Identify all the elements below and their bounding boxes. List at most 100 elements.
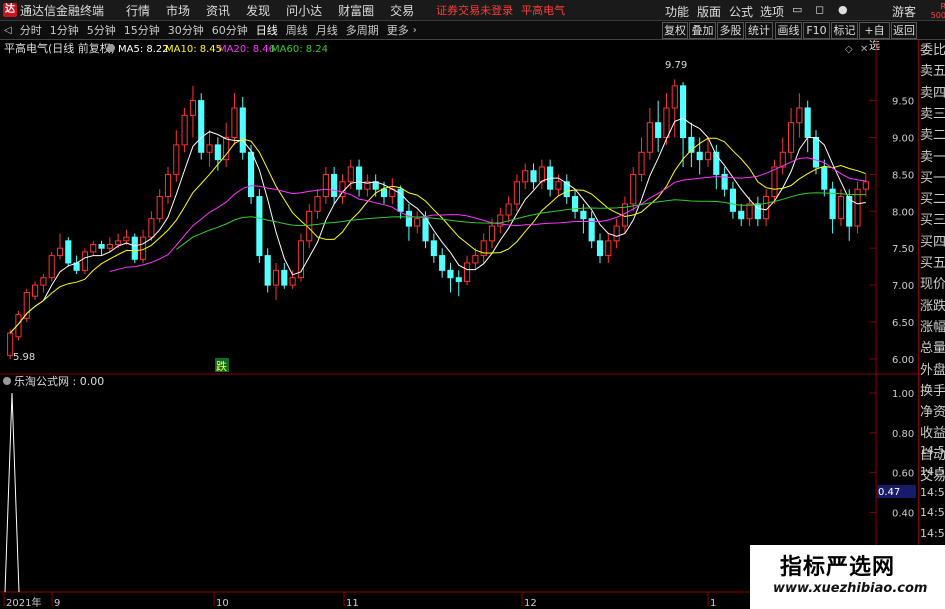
candle <box>90 240 97 256</box>
panel-label[interactable]: 收益 <box>920 427 945 441</box>
tab-more[interactable]: 更多 <box>383 22 413 38</box>
settings-dot-icon[interactable] <box>107 44 115 52</box>
adjust-button[interactable]: 复权 <box>662 22 688 39</box>
panel-label[interactable]: 净资 <box>920 406 945 420</box>
kline-chart[interactable]: 9.50 9.00 8.50 8.00 7.50 7.00 6.50 6.00 1.00 0.8… <box>0 40 918 609</box>
candle <box>854 181 861 234</box>
candle <box>281 262 288 289</box>
candle-body <box>272 269 280 286</box>
candle-body <box>538 166 545 183</box>
panel-label[interactable]: 涨跌 <box>920 299 945 314</box>
candle-body <box>796 107 803 124</box>
sub-tick-label: 0.40 <box>892 508 914 519</box>
menu-ask[interactable]: 问小达 <box>286 2 322 19</box>
candle <box>123 229 130 245</box>
menu-wealth[interactable]: 财富圈 <box>338 2 374 19</box>
candle-body <box>605 240 612 257</box>
candle-body <box>729 188 736 212</box>
candle <box>131 233 138 263</box>
sub-settings-dot-icon[interactable] <box>3 377 11 385</box>
candle <box>23 288 30 323</box>
add-favorite-button[interactable]: +自选 <box>859 22 890 52</box>
menu-discover[interactable]: 发现 <box>246 2 270 19</box>
candle-body <box>671 85 678 109</box>
candle-body <box>289 277 296 286</box>
chevron-left-icon[interactable]: ◁ <box>0 25 16 36</box>
panel-label[interactable]: 卖五 <box>920 65 945 79</box>
overlay-button[interactable]: 叠加 <box>689 22 716 39</box>
panel-label[interactable]: 卖三 <box>920 107 945 122</box>
candle <box>156 189 163 223</box>
candle <box>322 167 329 204</box>
tab-weekly[interactable]: 周线 <box>282 22 312 38</box>
mark-button[interactable]: 标记 <box>831 22 858 39</box>
tab-15min[interactable]: 15分钟 <box>120 22 164 38</box>
menu-trade[interactable]: 交易 <box>390 2 414 19</box>
candle <box>289 270 296 289</box>
candle-body <box>189 100 196 116</box>
tab-multi-period[interactable]: 多周期 <box>342 22 383 38</box>
back-button[interactable]: 返回 <box>891 22 917 39</box>
candle-body <box>198 100 205 153</box>
panel-label[interactable]: 涨幅 <box>920 320 945 335</box>
chevron-right-icon[interactable]: › <box>413 25 417 36</box>
tab-60min[interactable]: 60分钟 <box>208 22 252 38</box>
trade-time: 14:56 <box>920 527 945 541</box>
candle <box>164 167 172 204</box>
ma60-value: MA60: 8.24 <box>271 44 328 55</box>
login-warning[interactable]: 证券交易未登录 <box>436 2 513 18</box>
panel-label[interactable]: 卖四 <box>920 86 945 101</box>
tab-daily[interactable]: 日线 <box>252 22 282 38</box>
candle-body <box>430 240 437 257</box>
panel-label[interactable]: 委比 <box>920 44 945 58</box>
tab-30min[interactable]: 30分钟 <box>164 22 208 38</box>
menu-function[interactable]: 功能 <box>665 3 689 20</box>
menu-news[interactable]: 资讯 <box>206 2 230 19</box>
candle <box>779 137 786 175</box>
menu-layout[interactable]: 版面 <box>697 3 721 20</box>
menu-market[interactable]: 市场 <box>166 2 190 19</box>
f10-button[interactable]: F10 <box>803 22 830 39</box>
panel-label[interactable]: 现价 <box>920 278 945 292</box>
panel-label[interactable]: 买四 <box>920 235 945 250</box>
panel-label[interactable]: 买三 <box>920 214 945 228</box>
panel-label[interactable]: 买五 <box>920 257 945 271</box>
tab-monthly[interactable]: 月线 <box>312 22 342 38</box>
panel-label[interactable]: 买一 <box>920 171 945 186</box>
menu-quotes[interactable]: 行情 <box>126 2 150 19</box>
close-pane-icon[interactable]: ✕ <box>860 44 868 55</box>
tab-1min[interactable]: 1分钟 <box>46 22 83 38</box>
panel-label[interactable]: 买二 <box>920 193 945 207</box>
candle-body <box>148 218 155 238</box>
user-icon[interactable]: ● <box>838 3 848 16</box>
candle <box>638 137 645 182</box>
panel-label[interactable]: 换手 <box>920 384 945 399</box>
panel-label[interactable]: 卖一 <box>920 150 945 165</box>
menu-formula[interactable]: 公式 <box>729 3 753 20</box>
menu-options[interactable]: 选项 <box>760 3 784 20</box>
minimize-icon[interactable]: ▭ <box>792 3 802 16</box>
maximize-icon[interactable]: ◻ <box>815 3 824 16</box>
tab-5min[interactable]: 5分钟 <box>83 22 120 38</box>
statistics-button[interactable]: 统计 <box>745 22 773 39</box>
candle <box>588 211 595 249</box>
candle <box>98 240 105 256</box>
ma5-line <box>9 117 866 334</box>
candle <box>223 122 230 168</box>
app-window: 达 通达信金融终端 行情 市场 资讯 发现 问小达 财富圈 交易 证券交易未登录… <box>0 0 945 609</box>
candle-body <box>264 255 271 286</box>
candle <box>480 233 487 263</box>
candle-body <box>630 173 637 205</box>
guest-label[interactable]: 游客 <box>892 3 916 20</box>
candle-body <box>455 277 462 282</box>
panel-label[interactable]: 卖二 <box>920 129 945 143</box>
candle <box>472 248 479 271</box>
multi-stock-button[interactable]: 多股 <box>717 22 744 39</box>
ma60-line <box>176 192 866 250</box>
panel-label[interactable]: 外盘 <box>920 363 945 378</box>
tab-intraday[interactable]: 分时 <box>16 22 46 38</box>
draw-line-button[interactable]: 画线 <box>775 22 802 39</box>
expand-diamond-icon[interactable]: ◇ <box>845 44 853 55</box>
panel-label[interactable]: 总量 <box>920 342 945 356</box>
candle-body <box>638 151 645 175</box>
